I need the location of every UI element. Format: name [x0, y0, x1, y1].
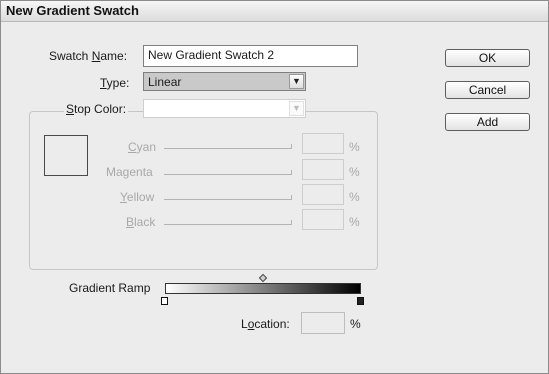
- yellow-slider[interactable]: [164, 199, 292, 200]
- cyan-slider[interactable]: [164, 148, 292, 149]
- gradient-ramp[interactable]: [165, 283, 361, 294]
- color-swatch-preview: [44, 135, 88, 176]
- stop-color-select[interactable]: ▼: [143, 99, 306, 118]
- right-color-stop-icon[interactable]: [357, 297, 364, 305]
- location-input[interactable]: [301, 312, 345, 334]
- gradient-ramp-label: Gradient Ramp: [69, 281, 151, 295]
- yellow-label: Yellow: [120, 190, 155, 204]
- yellow-slider-end: [291, 195, 292, 199]
- location-unit: %: [350, 317, 361, 331]
- cyan-label: Cyan: [128, 140, 157, 154]
- magenta-slider-end: [291, 170, 292, 174]
- black-value-input[interactable]: [302, 209, 344, 230]
- magenta-unit: %: [349, 165, 360, 179]
- new-gradient-swatch-dialog: New Gradient Swatch Swatch Name: New Gra…: [0, 0, 549, 374]
- add-button[interactable]: Add: [445, 113, 530, 131]
- title-bar[interactable]: New Gradient Swatch: [1, 1, 548, 22]
- type-label: Type:: [100, 76, 130, 90]
- chevron-down-icon[interactable]: ▼: [289, 74, 304, 89]
- cyan-value-input[interactable]: [302, 133, 344, 154]
- yellow-unit: %: [349, 190, 360, 204]
- black-unit: %: [349, 215, 360, 229]
- location-label: Location:: [241, 317, 290, 331]
- magenta-value-input[interactable]: [302, 159, 344, 180]
- swatch-name-input[interactable]: New Gradient Swatch 2: [143, 45, 358, 67]
- magenta-label: Magenta: [106, 165, 153, 179]
- yellow-value-input[interactable]: [302, 184, 344, 205]
- dialog-title: New Gradient Swatch: [6, 3, 139, 18]
- ok-button[interactable]: OK: [445, 49, 530, 67]
- cyan-unit: %: [349, 140, 360, 154]
- stop-color-label: Stop Color:: [64, 102, 129, 116]
- left-color-stop-icon[interactable]: [161, 297, 168, 305]
- cancel-button[interactable]: Cancel: [445, 81, 530, 99]
- type-select[interactable]: Linear ▼: [143, 72, 306, 91]
- swatch-name-label: Swatch Name:: [49, 49, 128, 63]
- magenta-slider[interactable]: [164, 174, 292, 175]
- black-slider-end: [291, 220, 292, 224]
- black-slider[interactable]: [164, 224, 292, 225]
- black-label: Black: [126, 215, 156, 229]
- chevron-down-icon[interactable]: ▼: [289, 101, 304, 116]
- type-select-value: Linear: [148, 75, 182, 89]
- midpoint-diamond-icon[interactable]: [258, 273, 268, 283]
- cyan-slider-end: [291, 144, 292, 148]
